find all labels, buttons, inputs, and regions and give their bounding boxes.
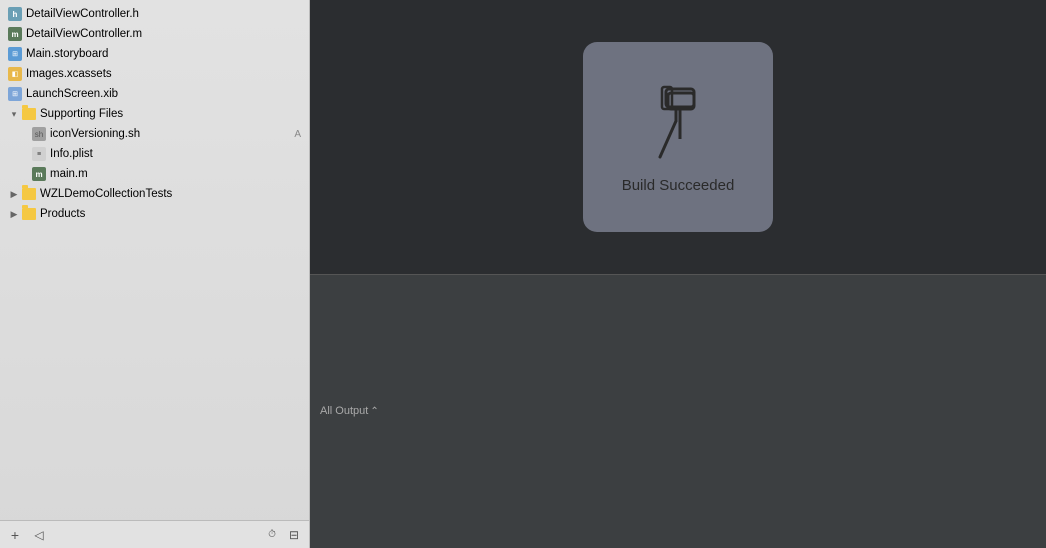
assets-icon: ◧ [8, 67, 22, 81]
output-label: All Output [320, 405, 368, 417]
sidebar-bottom-toolbar: + ◁ ⏱ ⊟ [0, 520, 310, 548]
products-folder-icon [22, 207, 36, 221]
build-succeeded-text: Build Succeeded [622, 177, 735, 194]
sidebar-item-label: Supporting Files [40, 108, 123, 120]
toolbar-right: ⏱ ⊟ [263, 526, 303, 544]
sidebar-item-label: LaunchScreen.xib [26, 88, 118, 100]
build-notification: Build Succeeded [583, 42, 773, 232]
folder-icon [22, 107, 36, 121]
navigate-back-button[interactable]: ◁ [30, 526, 48, 544]
sidebar-item-main-storyboard[interactable]: ⊞ Main.storyboard [0, 44, 309, 64]
hammer-icon [638, 79, 718, 169]
sidebar-item-detail-m[interactable]: m DetailViewController.m [0, 24, 309, 44]
sidebar-item-label: iconVersioning.sh [50, 128, 140, 140]
sidebar-item-label: DetailViewController.h [26, 8, 139, 20]
storyboard-icon: ⊞ [8, 47, 22, 61]
h-file-icon: h [8, 7, 22, 21]
disclosure-arrow-down: ▾ [8, 108, 20, 120]
sidebar-item-label: DetailViewController.m [26, 28, 142, 40]
sidebar: h DetailViewController.h m DetailViewCon… [0, 0, 310, 548]
sidebar-item-label: Products [40, 208, 85, 220]
sidebar-item-info-plist[interactable]: ≡ Info.plist [0, 144, 309, 164]
modified-badge: A [294, 129, 301, 140]
sidebar-item-label: Images.xcassets [26, 68, 112, 80]
sidebar-item-supporting-files[interactable]: ▾ Supporting Files [0, 104, 309, 124]
editor-panel: Build Succeeded All Output ⌃ [310, 0, 1046, 548]
sidebar-item-label: WZLDemoCollectionTests [40, 188, 172, 200]
sh-file-icon: sh [32, 127, 46, 141]
sidebar-item-launchscreen-xib[interactable]: ⊞ LaunchScreen.xib [0, 84, 309, 104]
xib-icon: ⊞ [8, 87, 22, 101]
sidebar-item-label: Main.storyboard [26, 48, 108, 60]
disclosure-arrow-right: ▶ [8, 188, 20, 200]
editor-area: Build Succeeded [310, 0, 1046, 274]
tests-folder-icon [22, 187, 36, 201]
plist-icon: ≡ [32, 147, 46, 161]
sidebar-item-label: Info.plist [50, 148, 93, 160]
main-m-icon: m [32, 167, 46, 181]
sidebar-item-wzl-tests[interactable]: ▶ WZLDemoCollectionTests [0, 184, 309, 204]
split-button[interactable]: ⊟ [285, 526, 303, 544]
sidebar-item-main-m[interactable]: m main.m [0, 164, 309, 184]
disclosure-arrow-right-products: ▶ [8, 208, 20, 220]
main-content: h DetailViewController.h m DetailViewCon… [0, 0, 1046, 548]
timer-button[interactable]: ⏱ [263, 526, 281, 544]
sidebar-item-images-assets[interactable]: ◧ Images.xcassets [0, 64, 309, 84]
output-chevron-icon[interactable]: ⌃ [370, 406, 378, 417]
bottom-editor-toolbar: All Output ⌃ [310, 274, 1046, 548]
add-file-button[interactable]: + [6, 526, 24, 544]
sidebar-item-icon-versioning[interactable]: sh iconVersioning.sh A [0, 124, 309, 144]
sidebar-tree: h DetailViewController.h m DetailViewCon… [0, 0, 309, 520]
m-file-icon: m [8, 27, 22, 41]
sidebar-item-products[interactable]: ▶ Products [0, 204, 309, 224]
sidebar-item-detail-h[interactable]: h DetailViewController.h [0, 4, 309, 24]
sidebar-item-label: main.m [50, 168, 88, 180]
